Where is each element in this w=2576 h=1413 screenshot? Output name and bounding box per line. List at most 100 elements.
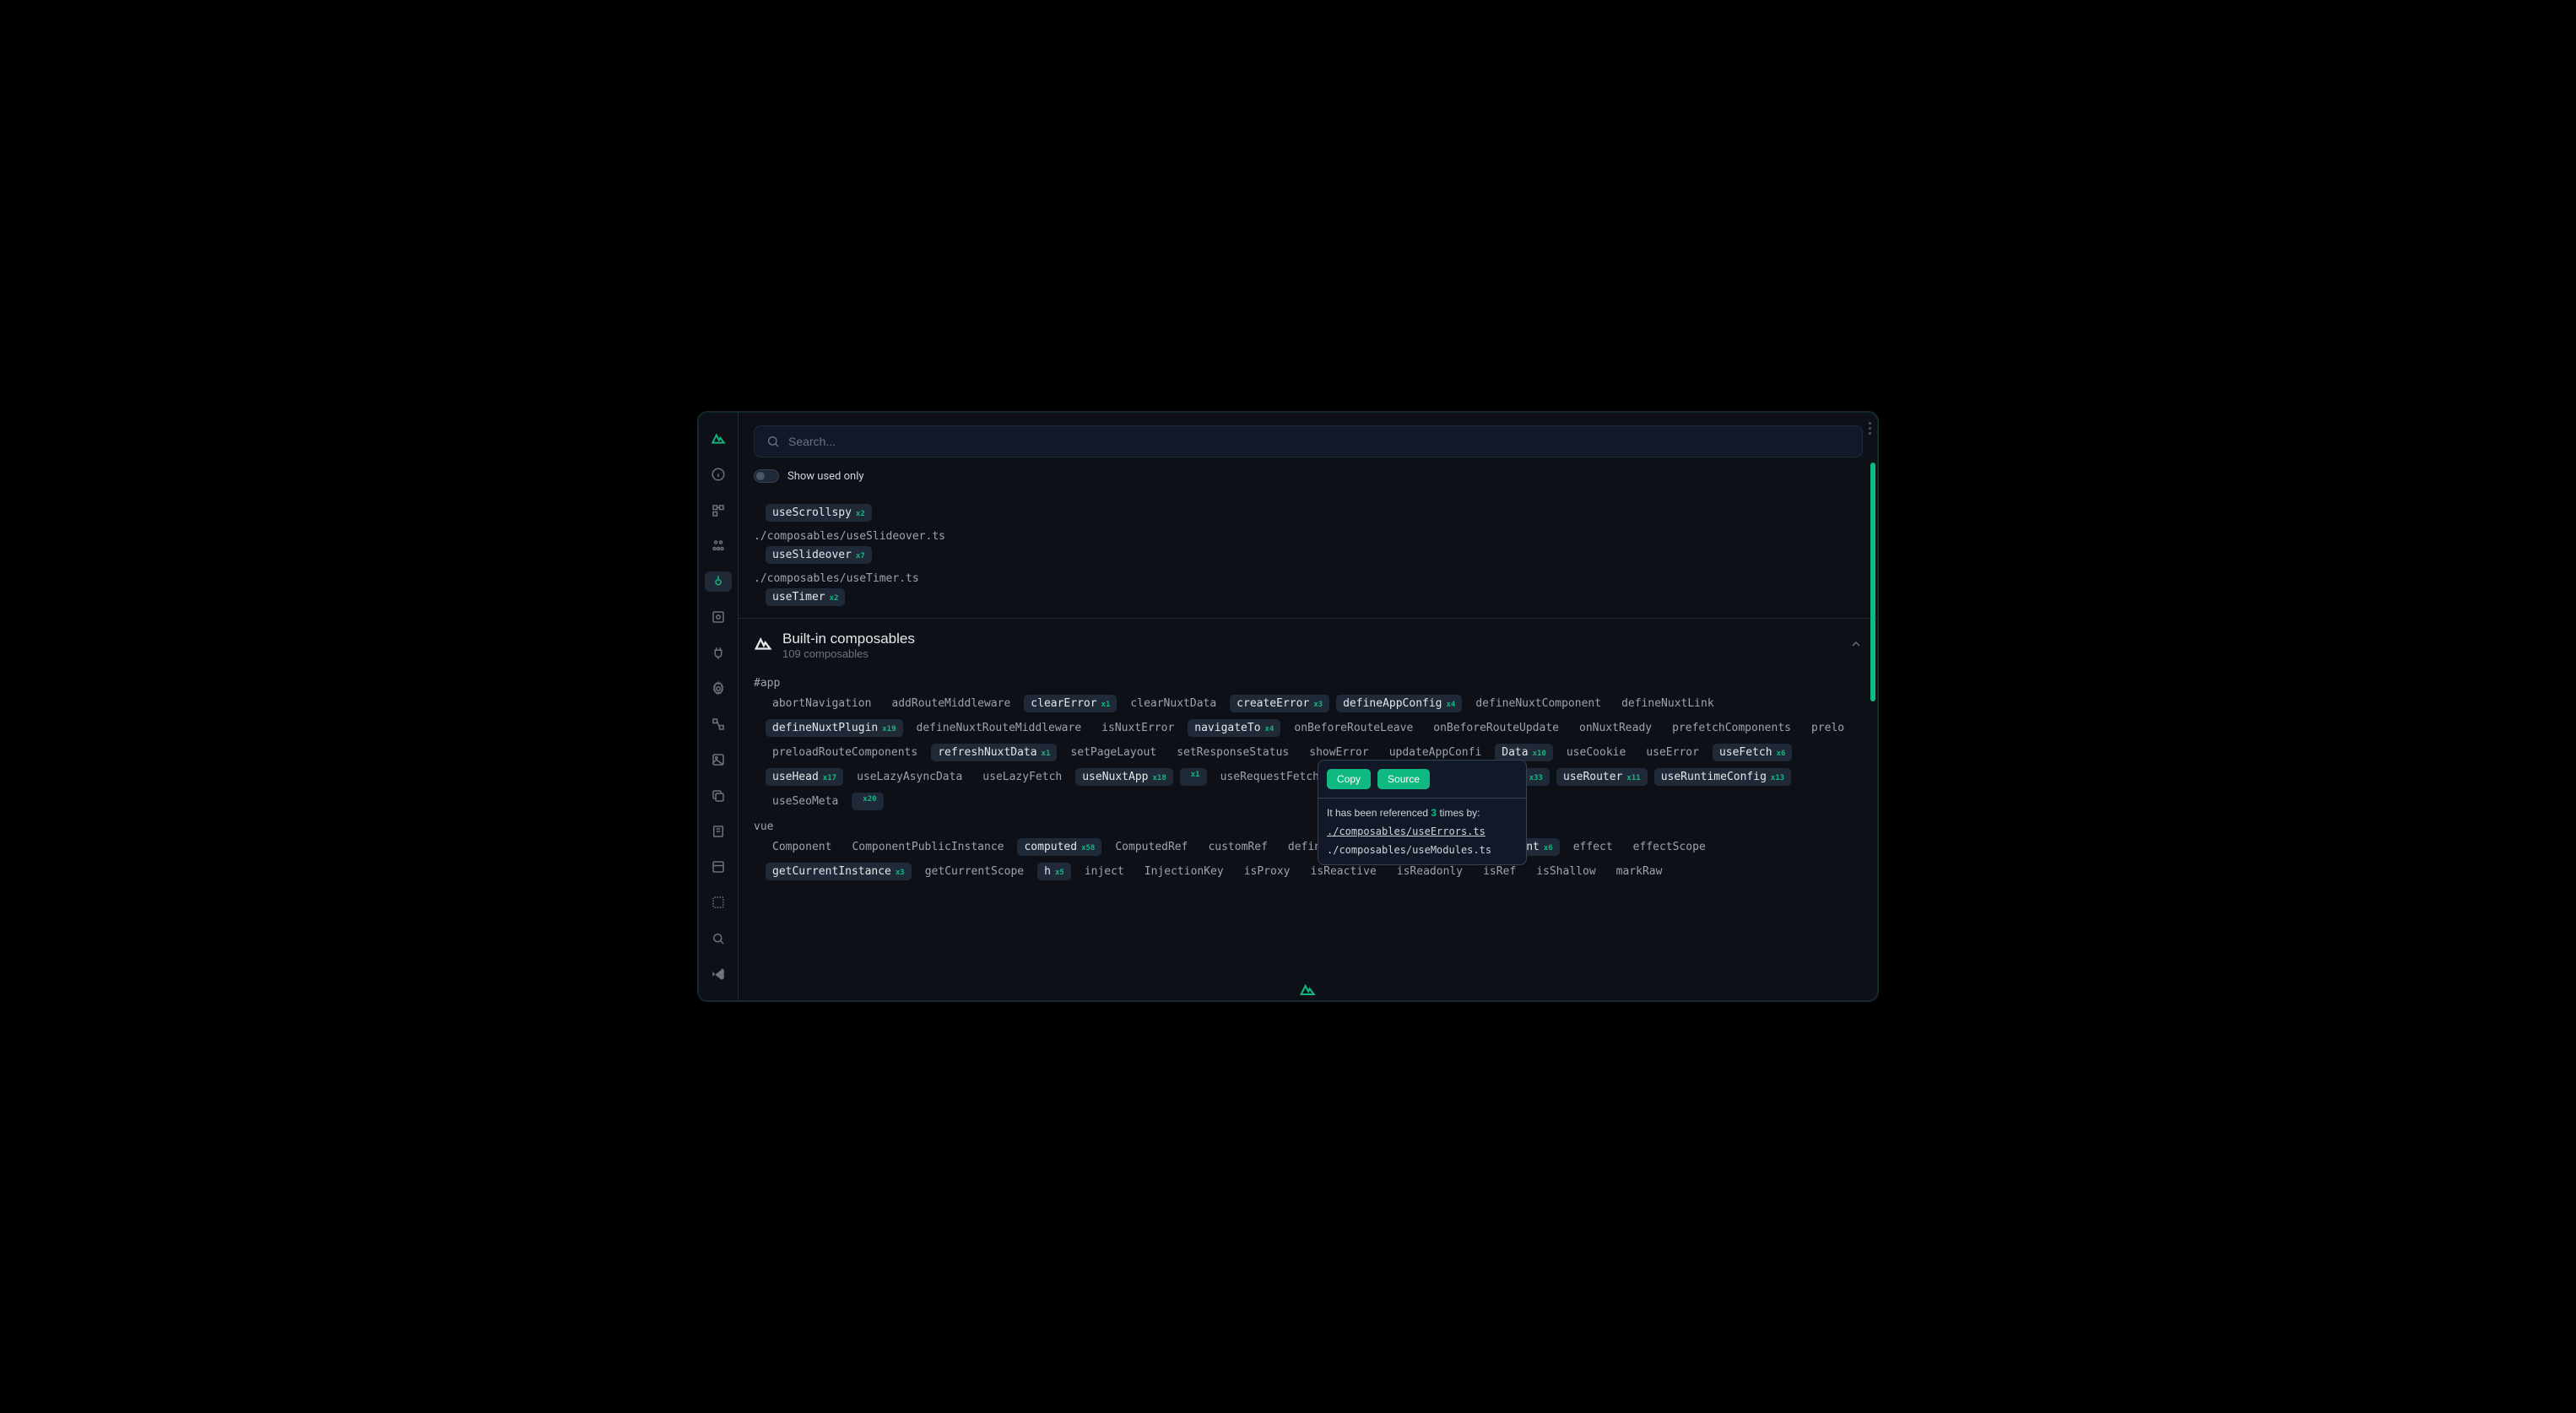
nuxt-logo-icon[interactable] <box>705 429 732 449</box>
devtools-window: Show used only useScrollspyx2 ./composab… <box>697 411 1879 1002</box>
search-box[interactable] <box>754 425 1863 457</box>
composable-tag[interactable]: isNuxtError <box>1095 719 1181 737</box>
composable-tag[interactable]: defineAppConfigx4 <box>1336 695 1462 712</box>
composable-tag[interactable]: useSlideoverx7 <box>766 546 872 564</box>
section-subtitle: 109 composables <box>782 647 915 660</box>
settings-icon[interactable] <box>705 679 732 699</box>
composable-tag[interactable]: effect <box>1567 838 1620 856</box>
copy-button[interactable]: Copy <box>1327 769 1371 789</box>
chevron-up-icon[interactable] <box>1849 637 1863 654</box>
composable-tag[interactable]: showError <box>1302 744 1375 761</box>
vscode-icon[interactable] <box>705 964 732 984</box>
composable-tag[interactable]: InjectionKey <box>1138 863 1231 880</box>
composable-tag[interactable]: customRef <box>1201 838 1274 856</box>
composable-tag[interactable]: inject <box>1078 863 1131 880</box>
composable-tag[interactable]: x1 <box>1180 768 1207 786</box>
composable-tag[interactable]: onBeforeRouteUpdate <box>1426 719 1566 737</box>
composable-tag[interactable]: useLazyAsyncData <box>850 768 969 786</box>
composable-tag[interactable]: useTimerx2 <box>766 588 845 606</box>
composable-tag[interactable]: isProxy <box>1237 863 1297 880</box>
composable-tag[interactable]: addRouteMiddleware <box>885 695 1017 712</box>
file-path: ./composables/useSlideover.ts <box>754 530 1863 543</box>
reference-popover: Copy Source It has been referenced 3 tim… <box>1318 760 1527 865</box>
topbar: Show used only <box>739 412 1878 494</box>
composable-tag[interactable]: useRouterx11 <box>1556 768 1648 786</box>
composable-tag[interactable]: useFetchx6 <box>1713 744 1792 761</box>
book-icon[interactable] <box>705 821 732 842</box>
composable-tag[interactable]: useNuxtAppx18 <box>1075 768 1173 786</box>
composables-icon[interactable] <box>705 571 732 592</box>
components-icon[interactable] <box>705 536 732 556</box>
composable-tag[interactable]: useCookie <box>1560 744 1632 761</box>
ref-link[interactable]: ./composables/useModules.ts <box>1327 844 1518 856</box>
composable-tag[interactable]: setResponseStatus <box>1170 744 1296 761</box>
content-area: useScrollspyx2 ./composables/useSlideove… <box>739 494 1878 1001</box>
group-label: #app <box>754 677 1863 690</box>
composable-tag[interactable]: hx5 <box>1037 863 1071 880</box>
toggle-label: Show used only <box>787 470 864 483</box>
composable-tag[interactable]: onNuxtReady <box>1572 719 1659 737</box>
composable-tag[interactable]: clearErrorx1 <box>1024 695 1117 712</box>
file-path: ./composables/useTimer.ts <box>754 572 1863 585</box>
scrollbar[interactable] <box>1870 463 1875 993</box>
composable-tag[interactable]: markRaw <box>1610 863 1670 880</box>
composable-tag[interactable]: ComputedRef <box>1108 838 1194 856</box>
composable-tag[interactable]: defineNuxtLink <box>1615 695 1721 712</box>
ref-link[interactable]: ./composables/useErrors.ts <box>1327 826 1518 837</box>
composable-tag[interactable]: useScrollspyx2 <box>766 504 872 522</box>
composable-tag[interactable]: prelo <box>1805 719 1851 737</box>
image-icon[interactable] <box>705 750 732 770</box>
composable-tag[interactable]: getCurrentInstancex3 <box>766 863 912 880</box>
composable-tag[interactable]: ComponentPublicInstance <box>845 838 1010 856</box>
pages-icon[interactable] <box>705 501 732 521</box>
plugin-icon[interactable] <box>705 643 732 663</box>
composable-tag[interactable]: useRequestFetch <box>1214 768 1326 786</box>
search-input[interactable] <box>788 435 1850 448</box>
composable-tag[interactable]: useRuntimeConfigx13 <box>1654 768 1792 786</box>
app-tags: abortNavigation addRouteMiddleware clearEr… <box>766 695 1863 810</box>
composable-tag[interactable]: useHeadx17 <box>766 768 843 786</box>
group-label: vue <box>754 820 1863 833</box>
composable-tag[interactable]: createErrorx3 <box>1230 695 1329 712</box>
inspect-icon[interactable] <box>705 607 732 627</box>
composable-tag[interactable]: useError <box>1639 744 1706 761</box>
search-icon[interactable] <box>705 928 732 949</box>
source-button[interactable]: Source <box>1377 769 1430 789</box>
nuxt-icon <box>754 635 772 657</box>
composable-tag[interactable]: clearNuxtData <box>1123 695 1223 712</box>
composable-tag[interactable]: Component <box>766 838 838 856</box>
composable-tag[interactable]: getCurrentScope <box>918 863 1031 880</box>
nuxt-bottom-icon[interactable] <box>1300 983 1317 999</box>
composable-tag[interactable]: x20 <box>852 793 883 810</box>
composable-tag[interactable]: defineNuxtPluginx19 <box>766 719 903 737</box>
info-icon[interactable] <box>705 464 732 485</box>
composable-tag[interactable]: useLazyFetch <box>976 768 1069 786</box>
composable-tag[interactable]: abortNavigation <box>766 695 878 712</box>
composable-tag[interactable]: Datax10 <box>1495 744 1553 761</box>
composable-tag[interactable]: updateAppConfi <box>1383 744 1489 761</box>
composable-tag[interactable]: effectScope <box>1626 838 1713 856</box>
sidebar <box>698 412 739 1001</box>
composable-tag[interactable]: computedx58 <box>1017 838 1101 856</box>
composable-tag[interactable]: defineNuxtRouteMiddleware <box>910 719 1089 737</box>
composable-tag[interactable]: setPageLayout <box>1063 744 1163 761</box>
section-header[interactable]: Built-in composables 109 composables <box>754 619 1863 667</box>
used-only-toggle[interactable] <box>754 469 779 483</box>
layout-icon[interactable] <box>705 857 732 877</box>
composable-tag[interactable]: preloadRouteComponents <box>766 744 924 761</box>
composable-tag[interactable]: defineNuxtComponent <box>1469 695 1608 712</box>
composable-tag[interactable]: useSeoMeta <box>766 793 845 810</box>
composable-tag[interactable]: refreshNuxtDatax1 <box>931 744 1057 761</box>
composable-tag[interactable]: isRef <box>1476 863 1523 880</box>
copy-icon[interactable] <box>705 786 732 806</box>
composable-tag[interactable]: prefetchComponents <box>1665 719 1798 737</box>
modules-icon[interactable] <box>705 714 732 734</box>
composable-tag[interactable]: onBeforeRouteLeave <box>1287 719 1420 737</box>
composable-tag[interactable]: isReactive <box>1304 863 1383 880</box>
terminal-icon[interactable] <box>705 892 732 912</box>
composable-tag[interactable]: isReadonly <box>1390 863 1469 880</box>
composable-tag[interactable]: isShallow <box>1529 863 1602 880</box>
toggle-row: Show used only <box>754 469 1863 483</box>
scrollbar-thumb[interactable] <box>1870 463 1875 701</box>
composable-tag[interactable]: navigateTox4 <box>1188 719 1280 737</box>
